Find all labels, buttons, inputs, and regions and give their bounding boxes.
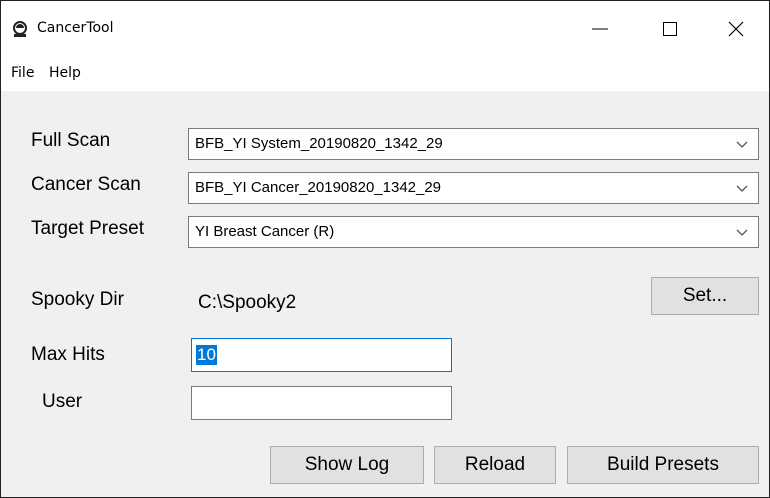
menu-bar: File Help xyxy=(1,57,769,91)
max-hits-label: Max Hits xyxy=(31,344,105,365)
close-button[interactable] xyxy=(707,1,765,57)
title-bar[interactable]: CancerTool xyxy=(1,1,769,57)
set-button[interactable]: Set... xyxy=(651,277,759,315)
spooky-dir-value: C:\Spooky2 xyxy=(198,292,297,313)
cancer-scan-dropdown[interactable]: BFB_YI Cancer_20190820_1342_29 xyxy=(188,172,759,204)
chevron-down-icon xyxy=(736,229,748,236)
user-label: User xyxy=(42,391,83,412)
maximize-button[interactable] xyxy=(641,1,699,57)
menu-help[interactable]: Help xyxy=(49,65,81,81)
full-scan-label: Full Scan xyxy=(31,130,111,151)
build-presets-button[interactable]: Build Presets xyxy=(567,446,759,484)
close-icon xyxy=(728,21,744,37)
full-scan-value: BFB_YI System_20190820_1342_29 xyxy=(195,135,443,152)
window-title: CancerTool xyxy=(37,20,114,36)
target-preset-dropdown[interactable]: YI Breast Cancer (R) xyxy=(188,216,759,248)
minimize-icon xyxy=(592,28,608,30)
menu-file[interactable]: File xyxy=(11,65,34,81)
app-icon xyxy=(11,20,29,38)
minimize-button[interactable] xyxy=(571,1,629,57)
spooky-dir-label: Spooky Dir xyxy=(31,289,124,310)
cancer-scan-label: Cancer Scan xyxy=(31,174,141,195)
max-hits-input[interactable]: 10 xyxy=(191,338,452,372)
full-scan-dropdown[interactable]: BFB_YI System_20190820_1342_29 xyxy=(188,128,759,160)
reload-button[interactable]: Reload xyxy=(434,446,556,484)
show-log-button[interactable]: Show Log xyxy=(270,446,424,484)
chevron-down-icon xyxy=(736,185,748,192)
cancer-scan-value: BFB_YI Cancer_20190820_1342_29 xyxy=(195,179,442,196)
maximize-icon xyxy=(663,22,677,36)
chevron-down-icon xyxy=(736,141,748,148)
target-preset-value: YI Breast Cancer (R) xyxy=(195,223,335,240)
user-input[interactable] xyxy=(191,386,452,420)
app-window: CancerTool File Help Full Scan BFB_YI Sy… xyxy=(0,0,770,498)
target-preset-label: Target Preset xyxy=(31,218,144,239)
max-hits-value: 10 xyxy=(196,345,217,365)
